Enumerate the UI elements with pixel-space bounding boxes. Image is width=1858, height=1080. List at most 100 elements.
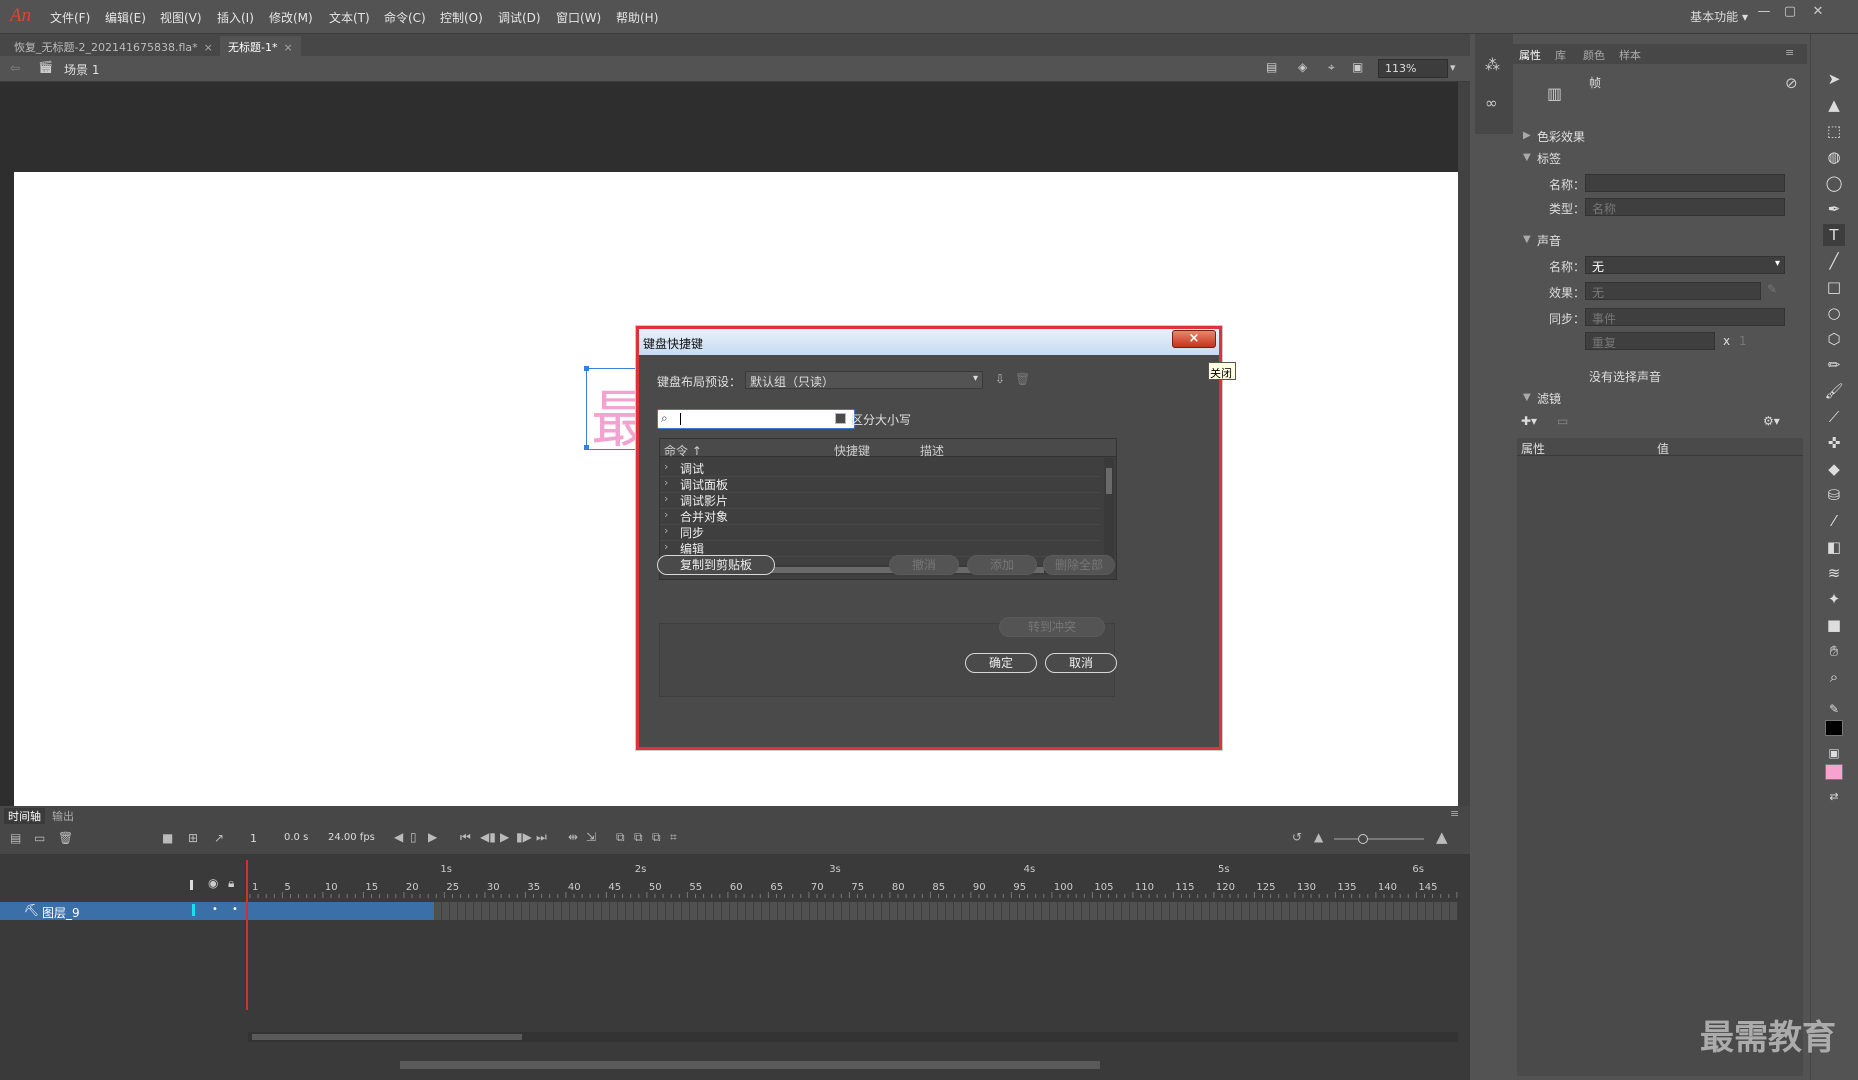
- maximize-icon[interactable]: ▢: [1778, 4, 1802, 24]
- match-case-checkbox[interactable]: [835, 413, 846, 424]
- tab-color[interactable]: 颜色: [1583, 47, 1605, 63]
- scrollbar-thumb[interactable]: [252, 1034, 522, 1040]
- timeline-horizontal-scrollbar[interactable]: [248, 1032, 1458, 1042]
- insert-keyframe-icon[interactable]: ▯: [410, 830, 417, 844]
- paint-brush-tool-icon[interactable]: 🖌︎: [1823, 380, 1845, 402]
- section-color-effect[interactable]: 色彩效果: [1537, 128, 1585, 145]
- edit-multiple-frames-icon[interactable]: ⧉: [652, 830, 661, 845]
- scrollbar-thumb[interactable]: [400, 1061, 1100, 1069]
- fps-value[interactable]: 24.00 fps: [328, 832, 375, 843]
- copy-to-clipboard-button[interactable]: 复制到剪贴板: [657, 555, 775, 575]
- menu-file[interactable]: 文件(F): [50, 9, 90, 26]
- eraser-tool-icon[interactable]: ◧: [1823, 536, 1845, 558]
- paint-bucket-tool-icon[interactable]: ◆: [1823, 458, 1845, 480]
- subselection-tool-icon[interactable]: ▲: [1823, 94, 1845, 116]
- panel-menu-icon[interactable]: ≡: [1785, 46, 1794, 59]
- save-preset-icon[interactable]: ⇩: [995, 372, 1005, 386]
- delete-layer-icon[interactable]: 🗑︎: [58, 831, 73, 845]
- tab-recovered-document[interactable]: 恢复_无标题-2_202141675838.fla* ×: [6, 36, 221, 56]
- camera-icon[interactable]: ■: [162, 831, 173, 845]
- trash-icon[interactable]: 🗑︎: [1015, 372, 1030, 386]
- tab-untitled-1[interactable]: 无标题-1* ×: [220, 36, 301, 56]
- chevron-down-icon[interactable]: ▼: [1523, 234, 1531, 245]
- add-button[interactable]: 添加: [967, 555, 1037, 575]
- chevron-right-icon[interactable]: ›: [664, 460, 668, 473]
- sound-repeat-select[interactable]: 重复: [1585, 332, 1715, 350]
- modify-markers-icon[interactable]: ⌗: [670, 830, 677, 845]
- eyedropper-tool-icon[interactable]: ⁄: [1823, 510, 1845, 532]
- workspace-switcher[interactable]: 基本功能 ▾: [1690, 8, 1748, 25]
- outline-toggle-icon[interactable]: [190, 880, 193, 890]
- close-icon[interactable]: ×: [204, 41, 213, 54]
- menu-edit[interactable]: 编辑(E): [105, 9, 146, 26]
- mountain-large-icon[interactable]: ▲: [1436, 828, 1448, 846]
- stage-horizontal-scrollbar[interactable]: [0, 1058, 1470, 1072]
- visibility-dot-icon[interactable]: •: [212, 904, 218, 915]
- layer-name[interactable]: 图层_9: [42, 904, 80, 921]
- layer-row[interactable]: ⛏︎ 图层_9 • •: [0, 902, 248, 920]
- motion-presets-icon[interactable]: ⁂: [1485, 56, 1500, 74]
- onion-outline-icon[interactable]: ⧉: [634, 830, 643, 845]
- frame-size-slider[interactable]: [1334, 834, 1424, 844]
- eye-icon[interactable]: ◉: [208, 876, 218, 890]
- zoom-tool-icon[interactable]: ⌕: [1823, 666, 1845, 688]
- step-forward-icon[interactable]: ▮▶: [516, 830, 532, 844]
- tab-timeline[interactable]: 时间轴: [4, 808, 45, 824]
- bone-tool-icon[interactable]: ✜: [1823, 432, 1845, 454]
- sound-name-select[interactable]: 无 ▾: [1585, 256, 1785, 274]
- graph-icon[interactable]: ↗: [214, 831, 224, 845]
- pen-tool-icon[interactable]: ✒: [1823, 198, 1845, 220]
- empty-frames[interactable]: [434, 902, 1458, 920]
- chevron-down-icon[interactable]: ▼: [1523, 152, 1531, 163]
- play-icon[interactable]: ▶: [500, 830, 509, 844]
- center-frame-icon[interactable]: ⇲: [586, 830, 596, 844]
- brush-tool-icon[interactable]: ⟋: [1823, 406, 1845, 428]
- pencil-tool-icon[interactable]: ✏: [1823, 354, 1845, 376]
- column-header-description[interactable]: 描述: [920, 442, 944, 459]
- free-transform-tool-icon[interactable]: ⬚: [1823, 120, 1845, 142]
- ink-bottle-tool-icon[interactable]: ⛁: [1823, 484, 1845, 506]
- selection-handle[interactable]: [584, 445, 589, 450]
- section-label[interactable]: 标签: [1537, 150, 1561, 167]
- frame-number[interactable]: 1: [250, 832, 257, 845]
- rectangle-tool-icon[interactable]: □: [1823, 276, 1845, 298]
- new-folder-icon[interactable]: ▭: [34, 831, 45, 845]
- sound-sync-select[interactable]: 事件: [1585, 308, 1785, 326]
- tab-library[interactable]: 库: [1555, 47, 1566, 63]
- chevron-down-icon[interactable]: ▼: [1523, 392, 1531, 403]
- scrollbar-thumb[interactable]: [1106, 468, 1112, 494]
- frame-name-input[interactable]: [1585, 174, 1785, 192]
- polystar-tool-icon[interactable]: ⬡: [1823, 328, 1845, 350]
- chevron-right-icon[interactable]: ›: [664, 492, 668, 505]
- menu-modify[interactable]: 修改(M): [269, 9, 313, 26]
- go-to-conflict-button[interactable]: 转到冲突: [999, 617, 1105, 637]
- chevron-right-icon[interactable]: ▶: [1523, 130, 1531, 141]
- menu-insert[interactable]: 插入(I): [217, 9, 254, 26]
- time-value[interactable]: 0.0 s: [284, 832, 308, 843]
- clip-stage-icon[interactable]: ▣: [1352, 60, 1363, 74]
- chevron-down-icon[interactable]: ▾: [1450, 61, 1456, 74]
- dialog-close-button[interactable]: ×: [1172, 330, 1216, 348]
- selection-handle[interactable]: [584, 366, 589, 371]
- menu-view[interactable]: 视图(V): [160, 9, 202, 26]
- playhead[interactable]: [246, 860, 248, 1010]
- timeline-ruler[interactable]: 1 5 10 15 20 25 30 35 40 45 50 55 60 65 70 75 80 85 90 95 10…: [248, 860, 1458, 898]
- preset-select[interactable]: 默认组（只读） ▾: [745, 371, 983, 389]
- loop-icon[interactable]: ⇹: [568, 830, 578, 844]
- last-frame-icon[interactable]: ⏭︎: [536, 830, 547, 845]
- asset-warp-tool-icon[interactable]: ✦: [1823, 588, 1845, 610]
- stage-vertical-scrollbar[interactable]: [1458, 82, 1470, 806]
- edit-pencil-icon[interactable]: ✎: [1767, 282, 1777, 296]
- close-window-icon[interactable]: ✕: [1806, 4, 1830, 24]
- fill-color-swatch[interactable]: [1825, 764, 1843, 780]
- menu-debug[interactable]: 调试(D): [498, 9, 541, 26]
- oval-tool-icon[interactable]: ○: [1823, 302, 1845, 324]
- lock-dot-icon[interactable]: •: [232, 904, 238, 915]
- menu-text[interactable]: 文本(T): [329, 9, 370, 26]
- ok-button[interactable]: 确定: [965, 653, 1037, 673]
- edit-symbol-icon[interactable]: ◈: [1298, 60, 1307, 74]
- new-layer-icon[interactable]: ▤: [10, 831, 21, 845]
- delete-all-button[interactable]: 删除全部: [1043, 555, 1115, 575]
- undo-icon[interactable]: ↺: [1292, 830, 1302, 844]
- table-vertical-scrollbar[interactable]: [1104, 458, 1114, 564]
